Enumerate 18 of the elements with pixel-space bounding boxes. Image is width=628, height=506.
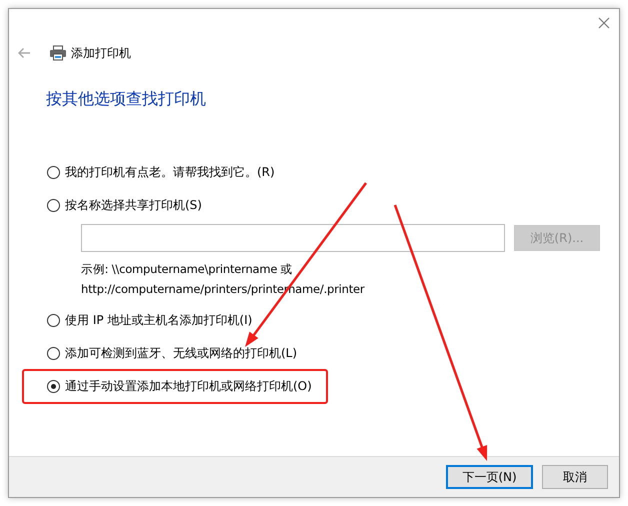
radio-button[interactable] [47,347,60,360]
radio-button[interactable] [47,314,60,327]
option-label: 添加可检测到蓝牙、无线或网络的打印机(L) [65,345,298,362]
radio-button[interactable] [47,380,60,393]
page-heading: 按其他选项查找打印机 [46,89,207,110]
option-label: 按名称选择共享打印机(S) [65,197,202,214]
option-label: 通过手动设置添加本地打印机或网络打印机(O) [65,378,312,395]
printer-name-field[interactable] [81,224,505,252]
next-button[interactable]: 下一页(N) [446,465,533,489]
option-label: 使用 IP 地址或主机名添加打印机(I) [65,312,252,329]
radio-button[interactable] [47,166,60,179]
example-text: 示例: \\computername\printername 或 [81,262,293,276]
cancel-button[interactable]: 取消 [542,465,608,489]
window-title: 添加打印机 [71,44,131,62]
printer-icon [49,45,67,61]
radio-button[interactable] [47,199,60,212]
close-icon[interactable] [598,17,610,29]
option-label: 我的打印机有点老。请帮我找到它。(R) [65,164,275,181]
